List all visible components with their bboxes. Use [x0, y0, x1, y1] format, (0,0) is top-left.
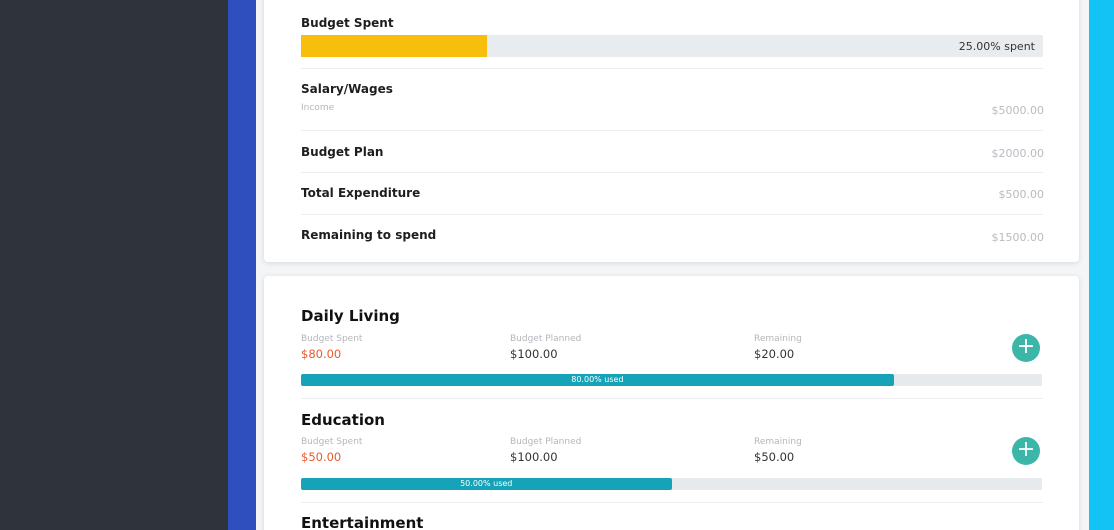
remaining-value: $20.00: [754, 347, 795, 361]
divider: [301, 398, 1043, 399]
category-title: Education: [301, 411, 385, 429]
planned-value: $100.00: [510, 347, 558, 361]
total-expenditure-label: Total Expenditure: [301, 186, 421, 200]
sidebar-accent-strip: [228, 0, 256, 530]
budget-summary-card: Budget Spent 25.00% spent Salary/Wages I…: [264, 0, 1079, 262]
category-planned: Budget Planned $100.00: [510, 334, 581, 361]
spent-value: $80.00: [301, 347, 342, 361]
category-title: Entertainment: [301, 514, 424, 530]
salary-value: $5000.00: [991, 104, 1045, 117]
divider: [301, 68, 1043, 69]
category-progress-text: 80.00% used: [571, 375, 624, 384]
total-expenditure-value: $500.00: [998, 188, 1045, 201]
budget-spent-title: Budget Spent: [301, 16, 394, 30]
category-progress: 80.00% used: [301, 374, 1042, 386]
add-expense-button[interactable]: +: [1012, 437, 1040, 465]
divider: [301, 502, 1043, 503]
budget-spent-progress: 25.00% spent: [301, 35, 1043, 57]
category-spent: Budget Spent $50.00: [301, 437, 362, 464]
salary-label: Salary/Wages: [301, 82, 393, 96]
budget-categories-card: Daily Living Budget Spent $80.00 Budget …: [264, 276, 1079, 530]
category-progress-text: 50.00% used: [460, 479, 513, 488]
remaining-value: $1500.00: [991, 231, 1045, 244]
right-accent-strip: [1089, 0, 1114, 530]
sidebar: [0, 0, 228, 530]
planned-label: Budget Planned: [510, 334, 582, 344]
remaining-label: Remaining: [754, 437, 802, 447]
planned-label: Budget Planned: [510, 437, 582, 447]
spent-value: $50.00: [301, 450, 342, 464]
budget-plan-label: Budget Plan: [301, 145, 384, 159]
budget-spent-progress-fill: [301, 35, 487, 57]
budget-plan-value: $2000.00: [991, 147, 1045, 160]
divider: [301, 214, 1043, 215]
category-title: Daily Living: [301, 307, 400, 325]
remaining-label: Remaining: [754, 334, 802, 344]
planned-value: $100.00: [510, 450, 558, 464]
add-expense-button[interactable]: +: [1012, 334, 1040, 362]
spent-label: Budget Spent: [301, 437, 363, 447]
divider: [301, 130, 1043, 131]
category-spent: Budget Spent $80.00: [301, 334, 362, 361]
category-remaining: Remaining $50.00: [754, 437, 802, 464]
divider: [301, 172, 1043, 173]
salary-sublabel: Income: [301, 103, 335, 113]
budget-spent-percent: 25.00% spent: [958, 40, 1035, 53]
remaining-label: Remaining to spend: [301, 228, 437, 242]
category-remaining: Remaining $20.00: [754, 334, 802, 361]
spent-label: Budget Spent: [301, 334, 363, 344]
remaining-value: $50.00: [754, 450, 795, 464]
category-progress: 50.00% used: [301, 478, 1042, 490]
category-planned: Budget Planned $100.00: [510, 437, 581, 464]
